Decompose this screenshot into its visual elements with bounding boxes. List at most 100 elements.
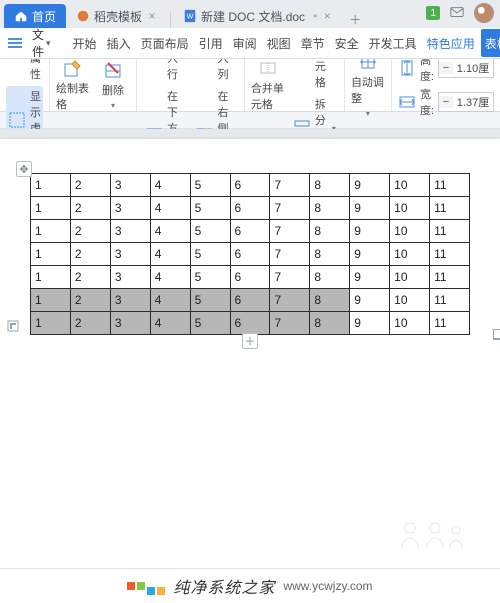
table-cell[interactable]: 9 bbox=[350, 197, 390, 220]
table-cell[interactable]: 10 bbox=[390, 174, 430, 197]
table-cell[interactable]: 9 bbox=[350, 174, 390, 197]
table-cell[interactable]: 3 bbox=[110, 312, 150, 335]
table-cell[interactable]: 4 bbox=[150, 220, 190, 243]
table-cell[interactable]: 5 bbox=[190, 197, 230, 220]
menu-start[interactable]: 开始 bbox=[69, 29, 101, 57]
table-cell[interactable]: 1 bbox=[31, 312, 71, 335]
menu-insert[interactable]: 插入 bbox=[103, 29, 135, 57]
minus-icon[interactable]: − bbox=[439, 62, 453, 74]
table-cell[interactable]: 1 bbox=[31, 243, 71, 266]
table-cell[interactable]: 10 bbox=[390, 197, 430, 220]
table-cell[interactable]: 6 bbox=[230, 197, 270, 220]
minus-icon[interactable]: − bbox=[439, 96, 453, 108]
table-cell[interactable]: 3 bbox=[110, 289, 150, 312]
table-cell[interactable]: 8 bbox=[310, 266, 350, 289]
table-cell[interactable]: 2 bbox=[70, 266, 110, 289]
table-cell[interactable]: 8 bbox=[310, 243, 350, 266]
table-cell[interactable]: 3 bbox=[110, 266, 150, 289]
delete-button[interactable]: 删除 ▾ bbox=[96, 61, 130, 110]
table-cell[interactable]: 4 bbox=[150, 289, 190, 312]
table-cell[interactable]: 7 bbox=[270, 266, 310, 289]
table-cell[interactable]: 8 bbox=[310, 220, 350, 243]
menu-tabletools[interactable]: 表格工具 bbox=[481, 29, 500, 57]
table-cell[interactable]: 7 bbox=[270, 289, 310, 312]
table-cell[interactable]: 2 bbox=[70, 243, 110, 266]
table-cell[interactable]: 8 bbox=[310, 289, 350, 312]
message-icon[interactable] bbox=[450, 5, 464, 22]
table-cell[interactable]: 6 bbox=[230, 312, 270, 335]
table-cell[interactable]: 2 bbox=[70, 174, 110, 197]
table-cell[interactable]: 9 bbox=[350, 289, 390, 312]
tab-home[interactable]: 首页 bbox=[4, 4, 66, 28]
table-cell[interactable]: 5 bbox=[190, 266, 230, 289]
table-resize-handle[interactable] bbox=[493, 329, 500, 340]
notification-badge[interactable]: 1 bbox=[426, 6, 440, 20]
menu-chapter[interactable]: 章节 bbox=[297, 29, 329, 57]
table-cell[interactable]: 5 bbox=[190, 243, 230, 266]
table-cell[interactable]: 11 bbox=[430, 220, 470, 243]
table-cell[interactable]: 9 bbox=[350, 312, 390, 335]
table-cell[interactable]: 3 bbox=[110, 220, 150, 243]
close-icon[interactable]: × bbox=[321, 10, 333, 22]
hamburger-icon[interactable] bbox=[6, 36, 24, 50]
table-row[interactable]: 1234567891011 bbox=[31, 174, 470, 197]
add-row-below-button[interactable]: ＋ bbox=[242, 333, 258, 349]
table-cell[interactable]: 4 bbox=[150, 174, 190, 197]
table-cell[interactable]: 3 bbox=[110, 197, 150, 220]
table-cell[interactable]: 4 bbox=[150, 312, 190, 335]
table-cell[interactable]: 1 bbox=[31, 220, 71, 243]
menu-security[interactable]: 安全 bbox=[331, 29, 363, 57]
table-cell[interactable]: 3 bbox=[110, 243, 150, 266]
table-cell[interactable]: 11 bbox=[430, 243, 470, 266]
table-cell[interactable]: 11 bbox=[430, 197, 470, 220]
menu-view[interactable]: 视图 bbox=[263, 29, 295, 57]
table-cell[interactable]: 7 bbox=[270, 243, 310, 266]
table-cell[interactable]: 4 bbox=[150, 266, 190, 289]
table-cell[interactable]: 11 bbox=[430, 312, 470, 335]
table-cell[interactable]: 5 bbox=[190, 174, 230, 197]
table-row[interactable]: 1234567891011 bbox=[31, 312, 470, 335]
table-cell[interactable]: 6 bbox=[230, 220, 270, 243]
table-cell[interactable]: 11 bbox=[430, 289, 470, 312]
menu-special[interactable]: 特色应用 bbox=[423, 29, 479, 57]
table-cell[interactable]: 2 bbox=[70, 289, 110, 312]
table-cell[interactable]: 6 bbox=[230, 174, 270, 197]
avatar[interactable] bbox=[474, 3, 494, 23]
menu-developer[interactable]: 开发工具 bbox=[365, 29, 421, 57]
menu-reference[interactable]: 引用 bbox=[195, 29, 227, 57]
menu-review[interactable]: 审阅 bbox=[229, 29, 261, 57]
table-row[interactable]: 1234567891011 bbox=[31, 197, 470, 220]
table-cell[interactable]: 8 bbox=[310, 197, 350, 220]
table-cell[interactable]: 1 bbox=[31, 266, 71, 289]
draw-table-button[interactable]: 绘制表格 bbox=[56, 59, 90, 112]
table-cell[interactable]: 8 bbox=[310, 312, 350, 335]
table-cell[interactable]: 2 bbox=[70, 220, 110, 243]
table-cell[interactable]: 1 bbox=[31, 174, 71, 197]
table-cell[interactable]: 9 bbox=[350, 266, 390, 289]
table-cell[interactable]: 10 bbox=[390, 243, 430, 266]
table-row[interactable]: 1234567891011 bbox=[31, 289, 470, 312]
table-cell[interactable]: 2 bbox=[70, 197, 110, 220]
table-cell[interactable]: 6 bbox=[230, 289, 270, 312]
height-stepper[interactable]: −1.10厘 bbox=[438, 58, 494, 78]
table-row[interactable]: 1234567891011 bbox=[31, 243, 470, 266]
table-cell[interactable]: 10 bbox=[390, 266, 430, 289]
menu-pagelayout[interactable]: 页面布局 bbox=[137, 29, 193, 57]
table-move-handle[interactable]: ✥ bbox=[16, 161, 32, 177]
table-cell[interactable]: 11 bbox=[430, 174, 470, 197]
table-cell[interactable]: 1 bbox=[31, 197, 71, 220]
merge-cells-button[interactable]: 合并单元格 bbox=[251, 59, 285, 112]
table-cell[interactable]: 8 bbox=[310, 174, 350, 197]
table-cell[interactable]: 10 bbox=[390, 289, 430, 312]
table-cell[interactable]: 4 bbox=[150, 197, 190, 220]
table-cell[interactable]: 10 bbox=[390, 312, 430, 335]
table-cell[interactable]: 4 bbox=[150, 243, 190, 266]
table-cell[interactable]: 6 bbox=[230, 243, 270, 266]
tab-document[interactable]: W 新建 DOC 文档.doc • × bbox=[173, 4, 343, 28]
document-table[interactable]: 1234567891011123456789101112345678910111… bbox=[30, 173, 470, 335]
table-row[interactable]: 1234567891011 bbox=[31, 220, 470, 243]
file-menu[interactable]: 文件▾ bbox=[26, 26, 57, 60]
table-cell[interactable]: 6 bbox=[230, 266, 270, 289]
table-cell[interactable]: 5 bbox=[190, 312, 230, 335]
table-cell[interactable]: 2 bbox=[70, 312, 110, 335]
